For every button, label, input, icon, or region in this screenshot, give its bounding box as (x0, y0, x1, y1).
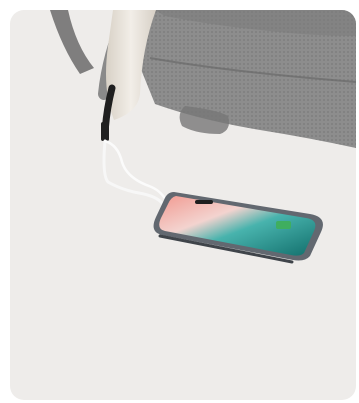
product-photo (50, 10, 356, 264)
product-photo-card (10, 10, 356, 400)
smartphone-icon (153, 192, 323, 264)
